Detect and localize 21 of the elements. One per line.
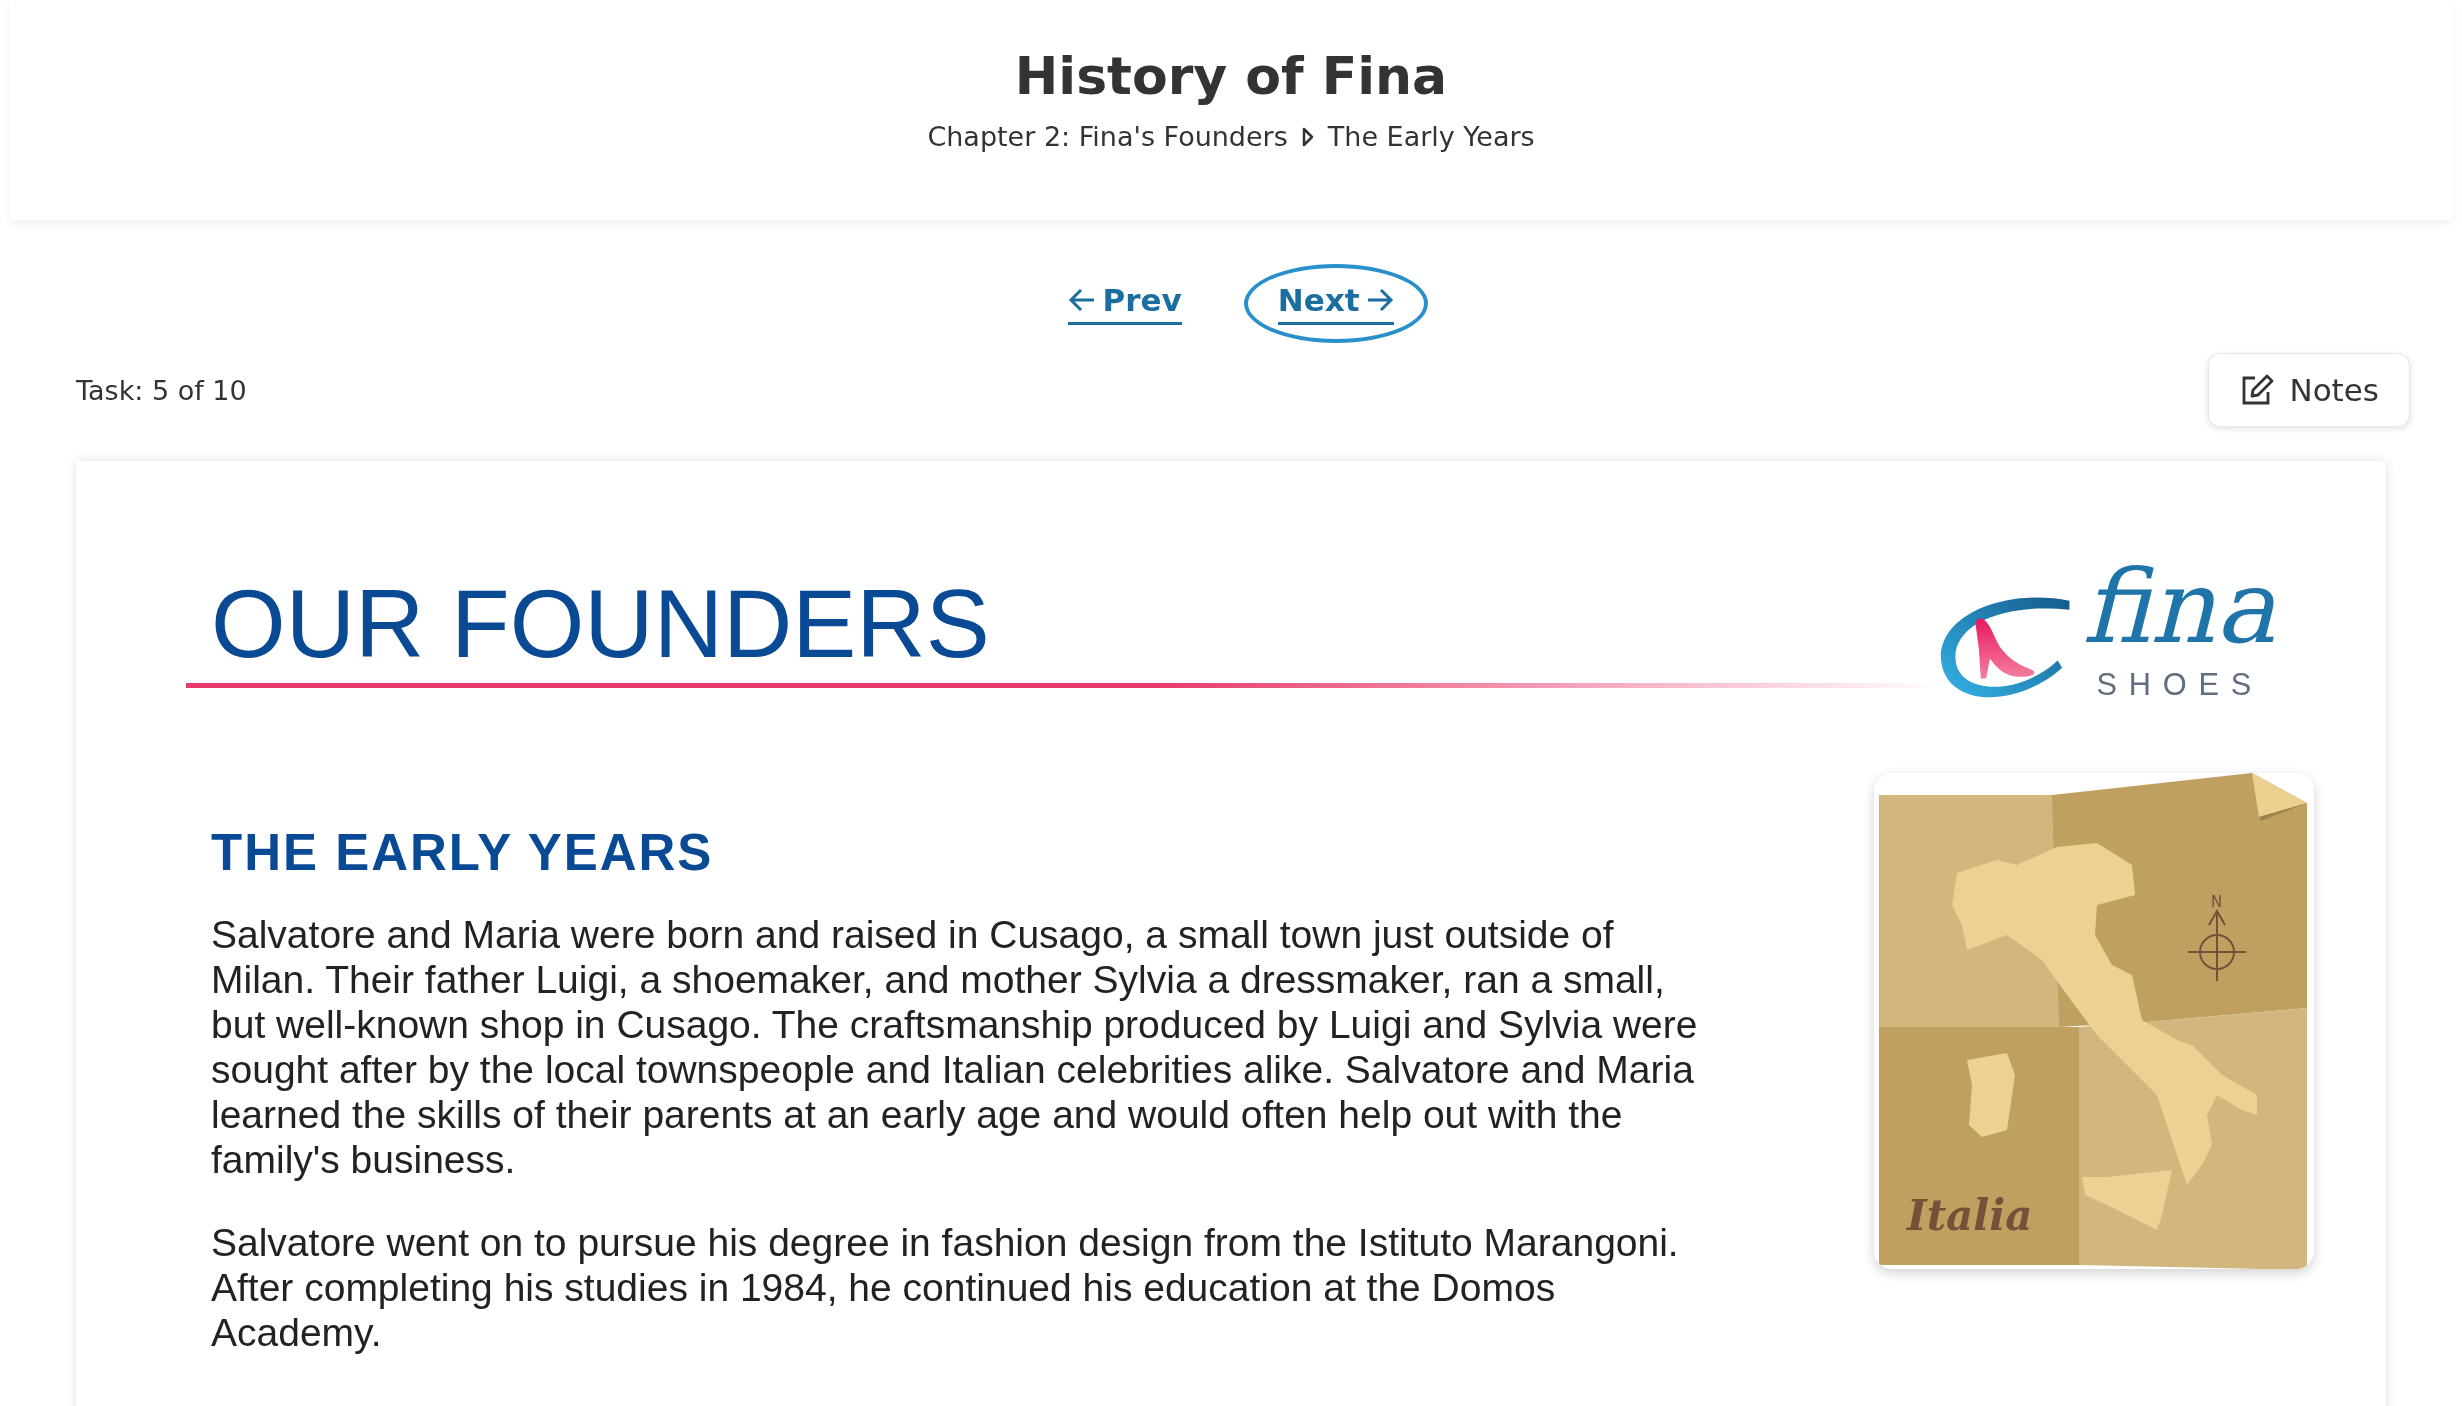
shoe-icon — [1975, 618, 2035, 679]
logo-tagline: SHOES — [2096, 666, 2264, 702]
body-paragraph: Salvatore went on to pursue his degree in fashion design from the Istituto Marangoni. After completing his studies in 1984, he continued his education at the Domos Academy. — [211, 1220, 1680, 1355]
breadcrumb-item: The Early Years — [1327, 121, 1535, 153]
arrow-left-icon — [1068, 287, 1097, 313]
next-button[interactable]: Next — [1243, 264, 1428, 343]
body-paragraph: Salvatore and Maria were born and raised in Cusago, a small town just outside of Milan. Their father Luigi, a shoemaker, and mother Sylvia a dressmaker, ran a small, but well-known shop in Cusago. The craftsmanship produced by Luigi and Sylvia were sought after by the local townspeople and Italian celebrities alike. Salvatore and Maria learned the skills of their parents at an early age and would often help out with the family's business. — [211, 912, 1699, 1182]
notes-button[interactable]: Notes — [2208, 353, 2410, 427]
logo-wordmark: fina — [2076, 547, 2299, 667]
section-heading: THE EARLY YEARS — [211, 823, 715, 882]
map-label: Italia — [1907, 1191, 2033, 1240]
page-title: History of Fina — [1014, 48, 1448, 106]
breadcrumb-separator-icon — [1301, 126, 1314, 147]
prev-button[interactable]: Prev — [1034, 264, 1216, 343]
compass-icon — [2187, 909, 2247, 982]
task-counter: Task: 5 of 10 — [76, 374, 247, 406]
compass-label: N — [2211, 893, 2223, 911]
slide-title: OUR FOUNDERS — [211, 571, 991, 677]
arrow-right-icon — [1365, 287, 1394, 313]
swoosh-icon — [1940, 597, 2070, 698]
breadcrumb-item: Chapter 2: Fina's Founders — [927, 121, 1288, 153]
